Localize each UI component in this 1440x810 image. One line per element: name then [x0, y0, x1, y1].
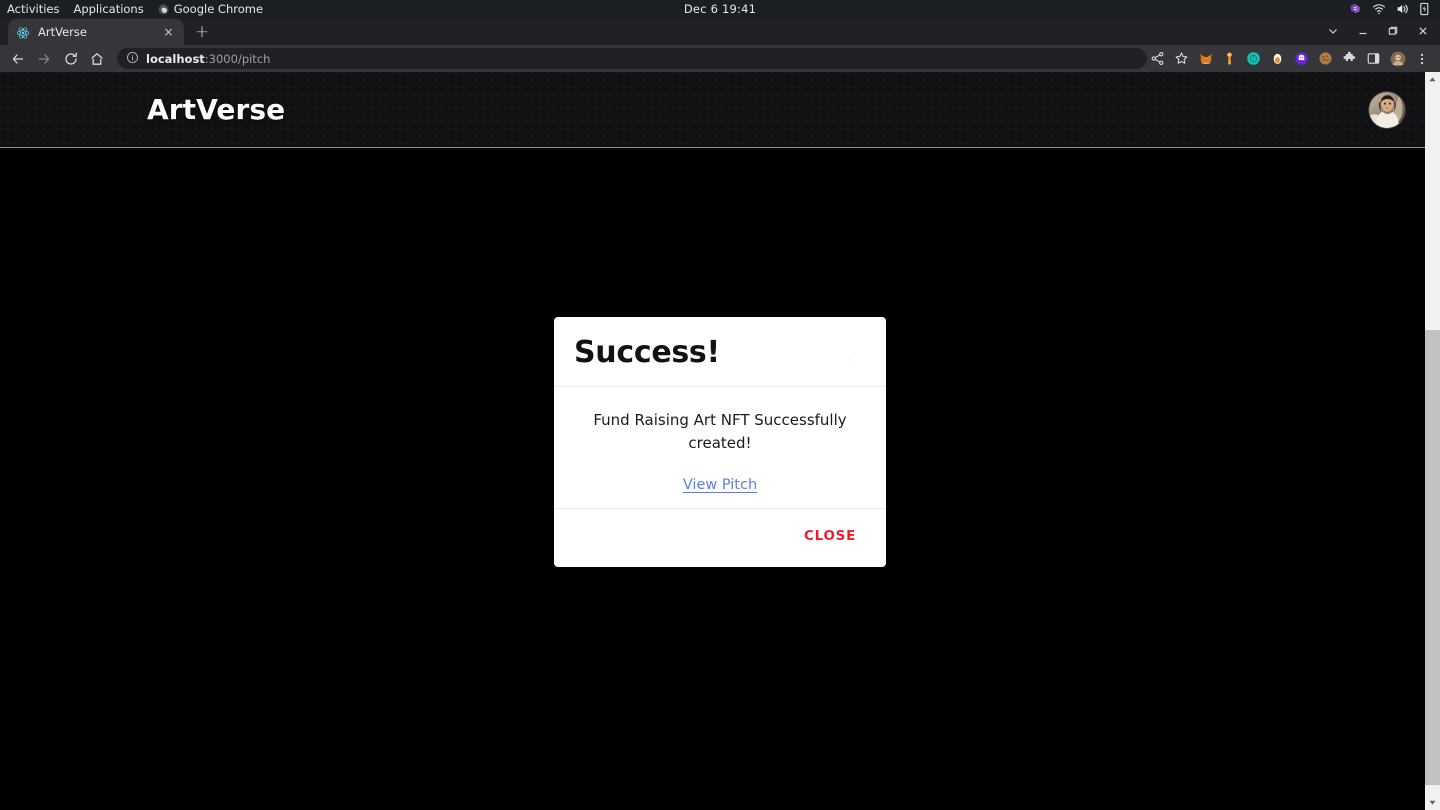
wifi-icon[interactable] [1372, 2, 1386, 16]
keplr-wallet-icon[interactable] [1221, 50, 1238, 67]
active-app-indicator[interactable]: Google Chrome [157, 2, 264, 16]
home-icon[interactable] [85, 47, 109, 71]
toolbar-icon-group [1149, 50, 1434, 67]
activities-label: Activities [7, 2, 60, 16]
scrollbar-thumb[interactable] [1425, 330, 1440, 785]
close-button[interactable]: CLOSE [796, 522, 864, 550]
address-bar[interactable]: localhost:3000/pitch [117, 48, 1147, 69]
browser-tab-strip: ArtVerse × + [0, 18, 1440, 45]
os-top-bar: Activities Applications Google Chrome De… [0, 0, 1440, 18]
scroll-up-arrow-icon[interactable] [1425, 72, 1440, 87]
maximize-icon[interactable] [1378, 20, 1408, 42]
applications-button[interactable]: Applications [73, 2, 143, 16]
dialog-title: Success! [574, 335, 720, 370]
react-logo-icon [16, 25, 30, 39]
new-tab-button[interactable]: + [189, 21, 215, 43]
dialog-body: Fund Raising Art NFT Successfully create… [554, 387, 886, 460]
dialog-message: Fund Raising Art NFT Successfully create… [593, 411, 847, 452]
chevron-down-icon[interactable] [1318, 20, 1348, 42]
bookmark-star-icon[interactable] [1173, 50, 1190, 67]
applications-label: Applications [73, 2, 144, 16]
view-pitch-link[interactable]: View Pitch [683, 477, 757, 493]
profile-avatar-icon[interactable] [1389, 50, 1406, 67]
decorative-mark: * [846, 355, 853, 368]
teal-circle-extension-icon[interactable] [1245, 50, 1262, 67]
tab-close-icon[interactable]: × [161, 25, 176, 40]
purple-ghost-extension-icon[interactable] [1293, 50, 1310, 67]
chrome-logo-icon [157, 3, 169, 15]
phantom-egg-icon[interactable] [1269, 50, 1286, 67]
page-viewport: ArtVerse Success! * Fund Raising Art NFT… [0, 72, 1440, 810]
cookie-extension-icon[interactable] [1317, 50, 1334, 67]
scroll-down-arrow-icon[interactable] [1425, 795, 1440, 810]
address-bar-url: localhost:3000/pitch [146, 52, 270, 66]
minimize-icon[interactable] [1348, 20, 1378, 42]
page-content: Success! * Fund Raising Art NFT Successf… [0, 148, 1440, 810]
url-host: localhost [146, 51, 205, 66]
user-avatar-photo [1369, 91, 1405, 128]
forward-arrow-icon[interactable] [32, 47, 56, 71]
dialog-header: Success! * [554, 317, 886, 387]
share-icon[interactable] [1149, 50, 1166, 67]
chrome-menu-icon[interactable] [1413, 50, 1430, 67]
browser-tab-title: ArtVerse [38, 25, 87, 39]
volume-icon[interactable] [1395, 2, 1409, 16]
window-controls [1318, 20, 1440, 42]
active-app-label: Google Chrome [173, 2, 264, 16]
modal-overlay[interactable]: Success! * Fund Raising Art NFT Successf… [0, 148, 1440, 810]
user-avatar[interactable] [1369, 91, 1405, 128]
page-scrollbar[interactable] [1425, 72, 1440, 810]
back-arrow-icon[interactable] [6, 47, 30, 71]
reload-icon[interactable] [59, 47, 83, 71]
sidepanel-icon[interactable] [1365, 50, 1382, 67]
scrollbar-track[interactable] [1425, 87, 1440, 795]
url-path: :3000/pitch [204, 51, 271, 66]
extensions-puzzle-icon[interactable] [1341, 50, 1358, 67]
site-brand[interactable]: ArtVerse [147, 93, 285, 126]
browser-toolbar: localhost:3000/pitch [0, 45, 1440, 72]
page-info-icon[interactable] [126, 49, 139, 68]
battery-icon[interactable] [1418, 2, 1432, 16]
site-header: ArtVerse [0, 72, 1440, 148]
success-dialog: Success! * Fund Raising Art NFT Successf… [554, 317, 886, 567]
dialog-actions: CLOSE [554, 509, 886, 567]
metamask-fox-icon[interactable] [1197, 50, 1214, 67]
app-indicator-icon[interactable] [1349, 2, 1363, 16]
close-icon[interactable] [1408, 20, 1438, 42]
activities-button[interactable]: Activities [7, 2, 59, 16]
dialog-link-row: View Pitch [554, 460, 886, 509]
browser-tab[interactable]: ArtVerse × [8, 19, 184, 45]
